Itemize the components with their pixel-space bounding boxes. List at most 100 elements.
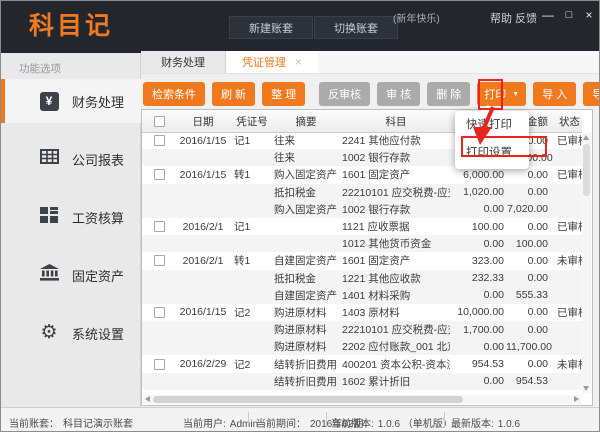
sidebar-item-1[interactable]: ¥财务处理	[1, 79, 141, 123]
sidebar-item-2[interactable]: 公司报表	[1, 137, 141, 181]
statusbar-segment: 最新版本:1.0.6	[451, 415, 520, 430]
cell-subject: 2202 应付账款_001 北京王府井电器...	[338, 339, 450, 354]
cell-debit-amount: 100.00	[450, 221, 506, 233]
feedback-link[interactable]: 反馈	[515, 10, 537, 26]
cell-debit-amount: 232.33	[450, 272, 506, 284]
scroll-down-icon[interactable]	[583, 386, 589, 391]
maximize-button[interactable]: □	[561, 7, 577, 23]
cell-status: 未审核	[550, 253, 582, 268]
statusbar-segment: 当前用户:Admin	[183, 415, 258, 430]
cell-subject: 1601 固定资产	[338, 253, 450, 268]
scroll-right-icon[interactable]	[574, 396, 579, 402]
cell-debit-amount: 1,700.00	[450, 324, 506, 336]
sidebar-item-label: 工资核算	[72, 208, 124, 227]
import-button[interactable]: 导 入	[533, 82, 576, 106]
horizontal-scrollbar[interactable]	[143, 395, 581, 404]
voucher-row[interactable]: 2016/2/29记2结转折旧费用400201 资本公积-资本溢价954.530…	[142, 355, 582, 372]
organize-button[interactable]: 整 理	[262, 82, 305, 106]
minimize-button[interactable]: —	[540, 7, 556, 23]
cell-date: 2016/1/15	[176, 169, 230, 181]
cell-debit-amount: 1,020.00	[450, 186, 506, 198]
scroll-up-icon[interactable]	[583, 135, 589, 140]
voucher-detail-row[interactable]: 抵扣税金22210101 应交税费-应交增值税-进...1,020.000.00	[142, 184, 582, 201]
vertical-scrollbar[interactable]	[582, 133, 591, 393]
cell-debit-amount: 0.00	[450, 203, 506, 215]
tab-bar: 财务处理 凭证管理 ×	[141, 51, 599, 74]
vertical-scroll-thumb[interactable]	[583, 144, 590, 196]
cell-summary: 自建固定资产	[270, 253, 338, 268]
cell-credit-amount: 0.00	[506, 221, 550, 233]
payroll-blocks-icon	[40, 207, 58, 228]
sidebar-item-4[interactable]: 固定资产	[1, 253, 141, 297]
cell-debit-amount: 323.00	[450, 255, 506, 267]
sidebar-item-3[interactable]: 工资核算	[1, 195, 141, 239]
cell-debit-amount: 10,000.00	[450, 306, 506, 318]
scroll-left-icon[interactable]	[145, 396, 150, 402]
horizontal-scroll-thumb[interactable]	[153, 396, 463, 403]
cell-summary: 购入固定资产	[270, 167, 338, 182]
toolbar: 检索条件 刷 新 整 理 反审核 审 核 删 除 打印 ▼ 导 入 导 出	[143, 81, 591, 107]
tab-financial-processing[interactable]: 财务处理	[141, 51, 226, 73]
cell-debit-amount: 0.00	[450, 289, 506, 301]
cell-debit-amount: 0.00	[450, 375, 506, 387]
cell-subject: 2241 其他应付款	[338, 133, 450, 148]
switch-account-set-button[interactable]: 切换账套	[314, 16, 398, 39]
sidebar-item-5[interactable]: ⚙系统设置	[1, 311, 141, 355]
cell-subject: 1601 固定资产	[338, 167, 450, 182]
cell-credit-amount: 0.00	[506, 169, 550, 181]
cell-status: 已审核	[550, 219, 582, 234]
refresh-button[interactable]: 刷 新	[212, 82, 255, 106]
unaudit-button[interactable]: 反审核	[319, 82, 370, 106]
voucher-detail-row[interactable]: 抵扣税金1221 其他应收款232.330.00	[142, 270, 582, 287]
cell-debit-amount: 0.00	[450, 238, 506, 250]
audit-button[interactable]: 审 核	[377, 82, 420, 106]
col-header-subject: 科目	[338, 114, 450, 129]
help-link[interactable]: 帮助	[490, 10, 512, 26]
cell-credit-amount: 0.00	[506, 255, 550, 267]
cell-subject: 1221 其他应收款	[338, 271, 450, 286]
cell-summary: 抵扣税金	[270, 271, 338, 286]
cell-subject: 1602 累计折旧	[338, 374, 450, 389]
cell-voucher-no: 转1	[230, 167, 270, 182]
close-button[interactable]: ×	[581, 7, 597, 23]
row-checkbox[interactable]	[154, 135, 165, 146]
select-all-checkbox[interactable]	[154, 116, 165, 127]
cell-summary: 往来	[270, 133, 338, 148]
cell-credit-amount: 100.00	[506, 238, 550, 250]
tab-close-icon[interactable]: ×	[295, 55, 302, 69]
voucher-detail-row[interactable]: 购进原材料22210101 应交税费-应交增值税-进...1,700.000.0…	[142, 321, 582, 338]
voucher-detail-row[interactable]: 结转折旧费用1602 累计折旧0.00954.53	[142, 373, 582, 390]
cell-summary: 往来	[270, 150, 338, 165]
cell-date: 2016/1/15	[176, 135, 230, 147]
voucher-detail-row[interactable]: 购进原材料2202 应付账款_001 北京王府井电器...0.0011,700.…	[142, 338, 582, 355]
cell-subject: 22210101 应交税费-应交增值税-进...	[338, 185, 450, 200]
app-logo: 科目记	[29, 6, 113, 42]
voucher-row[interactable]: 2016/2/1转1自建固定资产1601 固定资产323.000.00未审核	[142, 252, 582, 269]
voucher-row[interactable]: 2016/1/15记2购进原材料1403 原材料10,000.000.00已审核	[142, 304, 582, 321]
delete-button[interactable]: 删 除	[427, 82, 470, 106]
new-account-set-button[interactable]: 新建账套	[229, 16, 313, 39]
search-conditions-button[interactable]: 检索条件	[143, 82, 205, 106]
print-dropdown-caret-icon[interactable]: ▼	[512, 91, 519, 98]
voucher-row[interactable]: 2016/2/1记11121 应收票据100.000.00已审核	[142, 218, 582, 235]
row-checkbox[interactable]	[154, 255, 165, 266]
voucher-detail-row[interactable]: 购入固定资产1002 银行存款0.007,020.00	[142, 201, 582, 218]
voucher-detail-row[interactable]: 1012 其他货币资金0.00100.00	[142, 235, 582, 252]
row-checkbox[interactable]	[154, 359, 165, 370]
row-checkbox[interactable]	[154, 169, 165, 180]
cell-subject: 22210101 应交税费-应交增值税-进...	[338, 322, 450, 337]
tab-voucher-management[interactable]: 凭证管理 ×	[226, 51, 318, 73]
row-checkbox[interactable]	[154, 307, 165, 318]
cell-date: 2016/2/1	[176, 221, 230, 233]
active-item-indicator	[1, 79, 5, 123]
voucher-detail-row[interactable]: 自建固定资产1401 材料采购0.00555.33	[142, 287, 582, 304]
row-checkbox[interactable]	[154, 221, 165, 232]
cell-credit-amount: 11,700.00	[506, 341, 550, 353]
cell-summary: 购进原材料	[270, 339, 338, 354]
tab-label: 财务处理	[161, 54, 205, 70]
cell-summary: 抵扣税金	[270, 185, 338, 200]
statusbar-divider	[326, 412, 327, 427]
cell-status: 已审核	[550, 167, 582, 182]
export-button[interactable]: 导 出	[583, 82, 600, 106]
cell-subject: 1002 银行存款	[338, 150, 450, 165]
